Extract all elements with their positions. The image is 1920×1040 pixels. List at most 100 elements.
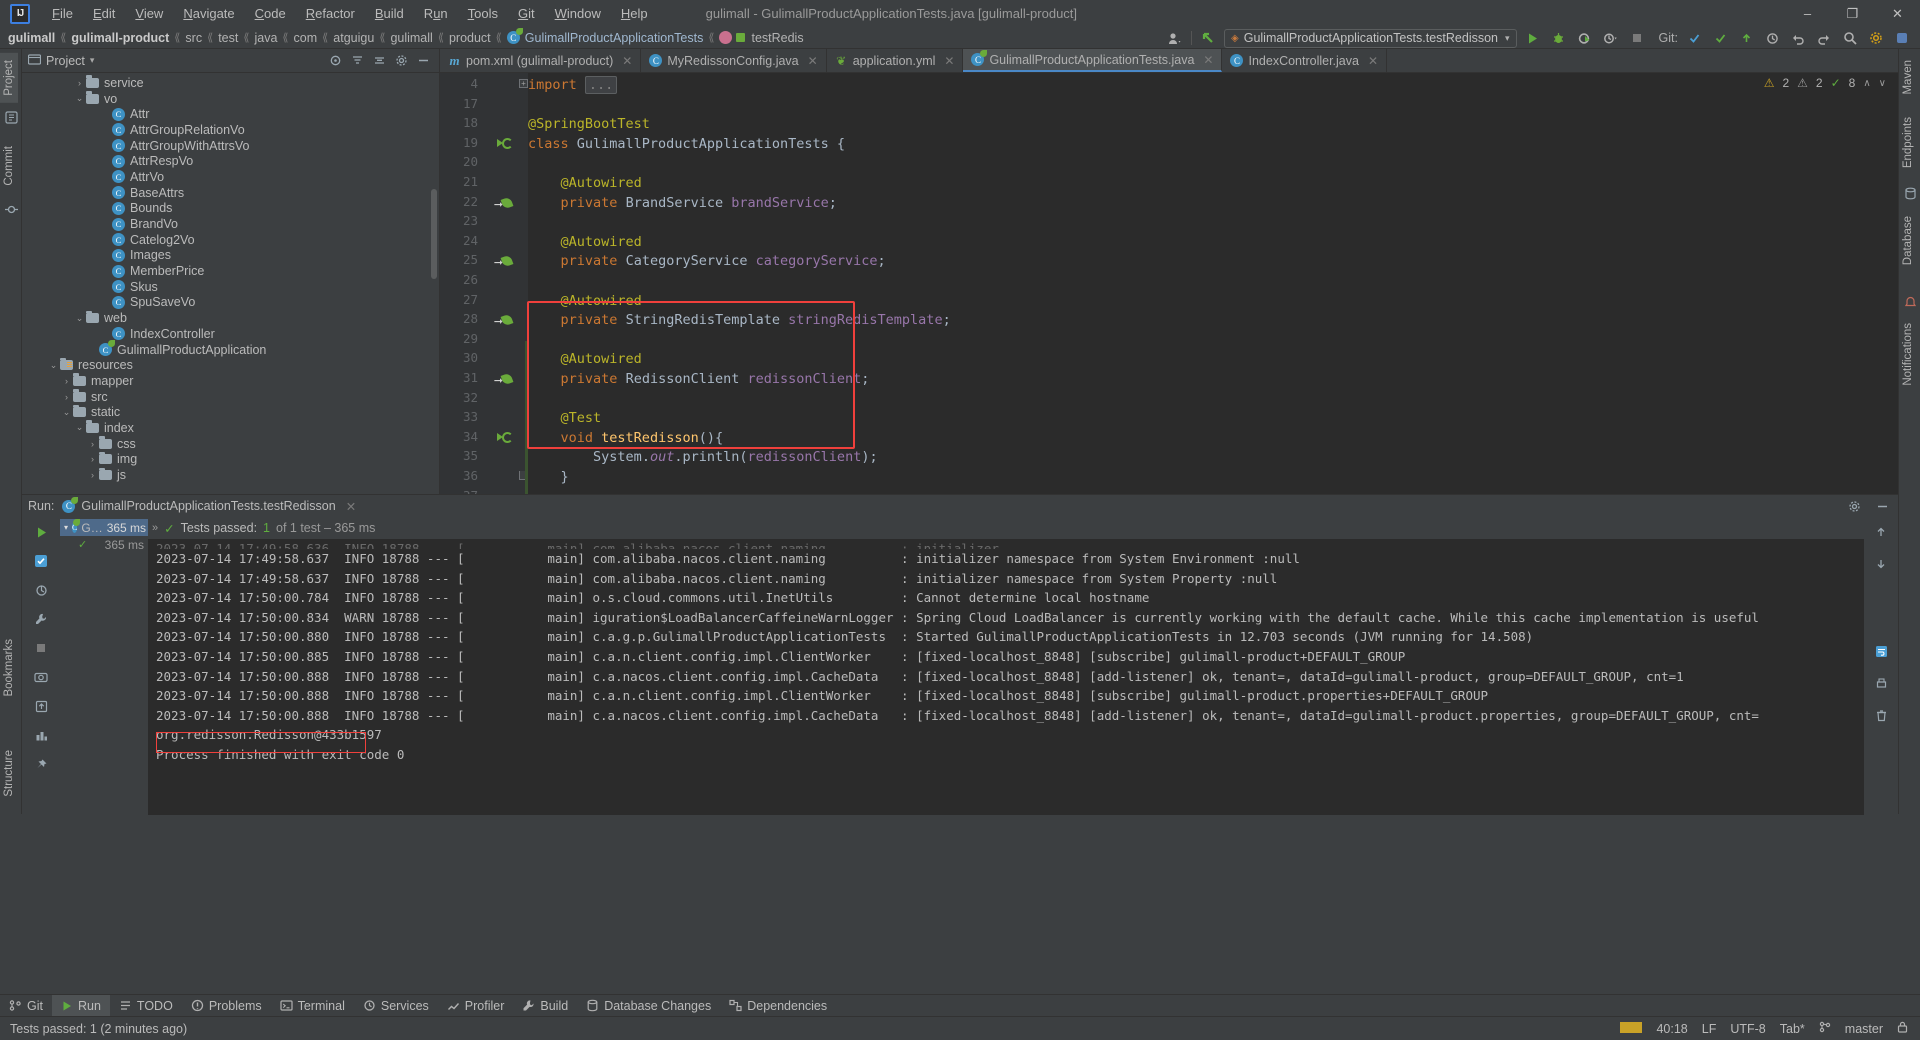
line-separator[interactable]: LF <box>1702 1022 1717 1036</box>
bottom-tab-build[interactable]: Build <box>513 995 577 1017</box>
tree-row-attrgroupwithattrsvo[interactable]: CAttrGroupWithAttrsVo <box>22 138 439 154</box>
run-test-gutter-icon[interactable] <box>502 431 516 445</box>
file-encoding[interactable]: UTF-8 <box>1730 1022 1765 1036</box>
breadcrumb-gulimall-product[interactable]: gulimall-product <box>71 31 169 45</box>
bottom-tool-bar[interactable]: GitRunTODOProblemsTerminalServicesProfil… <box>0 994 1920 1016</box>
tool-tab-structure[interactable]: Structure <box>0 743 18 804</box>
tool-tab-commit[interactable]: Commit <box>0 139 18 193</box>
spring-autowired-icon[interactable]: ➞ <box>502 313 516 327</box>
rerun-tests-icon[interactable] <box>30 550 52 572</box>
tree-row-css[interactable]: ›css <box>22 436 439 452</box>
git-update-icon[interactable] <box>1684 29 1704 48</box>
tool-tab-maven[interactable]: Maven <box>1899 53 1917 102</box>
editor-tab-gulimallproductapplicationtests-java[interactable]: CGulimallProductApplicationTests.java✕ <box>963 49 1222 72</box>
chevron-down-icon[interactable]: ⌄ <box>74 313 85 324</box>
memory-indicator[interactable] <box>1620 1022 1642 1036</box>
tree-row-index[interactable]: ⌄index <box>22 420 439 436</box>
menu-tools[interactable]: Tools <box>458 2 508 25</box>
trash-icon[interactable] <box>1870 704 1892 726</box>
bottom-tab-dependencies[interactable]: Dependencies <box>720 995 836 1017</box>
tree-row-indexcontroller[interactable]: CIndexController <box>22 326 439 342</box>
hide-panel-icon[interactable] <box>413 51 433 70</box>
editor-tab-pom-xml-gulimall-product-[interactable]: mpom.xml (gulimall-product)✕ <box>440 49 641 72</box>
editor-tab-myredissonconfig-java[interactable]: CMyRedissonConfig.java✕ <box>641 49 826 72</box>
menu-view[interactable]: View <box>125 2 173 25</box>
project-tree[interactable]: ›service⌄voCAttrCAttrGroupRelationVoCAtt… <box>22 73 439 491</box>
tool-tab-project[interactable]: Project <box>0 53 18 103</box>
breadcrumb-test-class[interactable]: GulimallProductApplicationTests <box>525 31 704 45</box>
tree-row-web[interactable]: ⌄web <box>22 310 439 326</box>
close-icon[interactable]: ✕ <box>1203 53 1213 67</box>
tree-row-img[interactable]: ›img <box>22 452 439 468</box>
rerun-icon[interactable] <box>30 521 52 543</box>
tree-row-js[interactable]: ›js <box>22 467 439 483</box>
breadcrumb-com[interactable]: com <box>294 31 318 45</box>
back-arrow-icon[interactable] <box>1198 29 1218 48</box>
print-icon[interactable] <box>1870 672 1892 694</box>
tree-row-attrgrouprelationvo[interactable]: CAttrGroupRelationVo <box>22 122 439 138</box>
gear-icon[interactable] <box>1844 497 1864 516</box>
tree-row-resources[interactable]: ⌄resources <box>22 357 439 373</box>
tree-row-memberprice[interactable]: CMemberPrice <box>22 263 439 279</box>
breadcrumb-java[interactable]: java <box>254 31 277 45</box>
tree-row-static[interactable]: ⌄static <box>22 404 439 420</box>
tree-row-brandvo[interactable]: CBrandVo <box>22 216 439 232</box>
select-opened-file-icon[interactable] <box>325 51 345 70</box>
close-icon[interactable]: ✕ <box>1368 54 1378 68</box>
maximize-button[interactable]: ❐ <box>1830 0 1875 27</box>
chevron-down-icon[interactable]: ▾ <box>64 523 68 532</box>
chevron-right-icon[interactable]: › <box>87 454 98 464</box>
spring-autowired-icon[interactable]: ➞ <box>502 254 516 268</box>
menu-run[interactable]: Run <box>414 2 458 25</box>
stop-icon[interactable] <box>30 637 52 659</box>
run-tab[interactable]: C GulimallProductApplicationTests.testRe… <box>62 499 356 514</box>
folded-imports[interactable]: ... <box>585 76 617 94</box>
chevron-right-icon[interactable]: › <box>61 392 72 402</box>
test-tree-root[interactable]: ▾ C G… 365 ms <box>60 519 148 536</box>
tree-row-attrrespvo[interactable]: CAttrRespVo <box>22 153 439 169</box>
indent-setting[interactable]: Tab* <box>1780 1022 1805 1036</box>
breadcrumb-test[interactable]: test <box>218 31 238 45</box>
breadcrumb-gulimall2[interactable]: gulimall <box>390 31 432 45</box>
pin-icon[interactable] <box>30 753 52 775</box>
git-push-icon[interactable] <box>1736 29 1756 48</box>
menu-edit[interactable]: Edit <box>83 2 125 25</box>
vcs-user-icon[interactable] <box>1165 29 1185 48</box>
expand-status-icon[interactable]: » <box>152 522 158 534</box>
chevron-right-icon[interactable]: › <box>87 470 98 480</box>
stop-button[interactable] <box>1627 29 1647 48</box>
settings-icon[interactable] <box>1866 29 1886 48</box>
editor-tab-application-yml[interactable]: ❦application.yml✕ <box>827 49 964 72</box>
minimize-button[interactable]: – <box>1785 0 1830 27</box>
tree-row-spusavevo[interactable]: CSpuSaveVo <box>22 295 439 311</box>
tree-row-attrvo[interactable]: CAttrVo <box>22 169 439 185</box>
collapse-all-icon[interactable] <box>369 51 389 70</box>
editor-gutter[interactable]: 4+171819202122➞232425➞262728➞293031➞3233… <box>440 73 528 494</box>
menu-navigate[interactable]: Navigate <box>173 2 244 25</box>
fold-expand-icon[interactable]: + <box>519 79 528 88</box>
close-icon[interactable]: ✕ <box>622 54 632 68</box>
chevron-right-icon[interactable]: › <box>74 78 85 88</box>
profiler-button[interactable] <box>1601 29 1621 48</box>
bottom-tab-problems[interactable]: Problems <box>182 995 271 1017</box>
menu-help[interactable]: Help <box>611 2 658 25</box>
tool-tab-database[interactable]: Database <box>1899 209 1917 272</box>
structure-strip-icon[interactable] <box>0 107 22 129</box>
camera-icon[interactable] <box>30 666 52 688</box>
run-configuration-selector[interactable]: ◈ GulimallProductApplicationTests.testRe… <box>1224 29 1517 48</box>
chevron-down-icon[interactable]: ⌄ <box>74 422 85 433</box>
undo-icon[interactable] <box>1788 29 1808 48</box>
tree-row-baseattrs[interactable]: CBaseAttrs <box>22 185 439 201</box>
console-output[interactable]: 2023-07-14 17:49:58.636 INFO 18788 --- [… <box>148 539 1864 815</box>
chevron-down-icon[interactable]: ⌄ <box>61 407 72 418</box>
bottom-tab-database-changes[interactable]: Database Changes <box>577 995 720 1017</box>
close-icon[interactable]: ✕ <box>808 54 818 68</box>
bottom-tab-services[interactable]: Services <box>354 995 438 1017</box>
spring-bean-leaf-icon[interactable] <box>502 117 516 131</box>
notifications-strip-icon[interactable] <box>1899 292 1920 314</box>
chevron-down-icon[interactable]: ⌄ <box>74 93 85 104</box>
bottom-tab-git[interactable]: Git <box>0 995 52 1017</box>
scroll-down-icon[interactable] <box>1870 553 1892 575</box>
database-strip-icon[interactable] <box>1899 183 1920 205</box>
prev-problem-icon[interactable]: ∧ <box>1863 78 1870 89</box>
